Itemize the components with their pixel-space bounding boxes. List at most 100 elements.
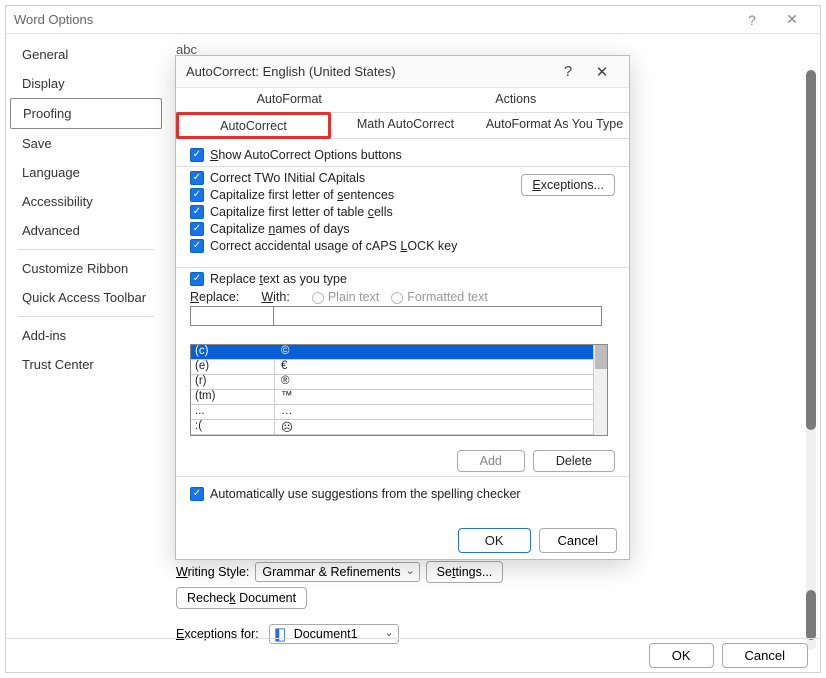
sidebar-item-general[interactable]: General [10,40,162,69]
main-scrollbar[interactable] [806,70,816,650]
inner-title: AutoCorrect: English (United States) [186,64,551,79]
capitalize-table-row: Capitalize first letter of table cells [190,205,615,219]
tab-autoformat[interactable]: AutoFormat [176,88,403,112]
replace-text-checkbox[interactable] [190,272,204,286]
table-row[interactable]: :( ☹ [191,420,595,435]
replace-cell: :( [191,420,275,434]
with-cell: ™ [275,390,595,404]
divider [176,476,629,477]
inner-content: Show AutoCorrect Options buttons Correct… [176,139,629,514]
outer-title: Word Options [14,12,732,27]
sidebar-item-proofing[interactable]: Proofing [10,98,162,129]
with-cell: … [275,405,595,419]
auto-suggest-label: Automatically use suggestions from the s… [210,487,521,501]
divider [176,166,629,167]
autocorrect-table: (c) © (e) € (r) ® (tm) ™ ... … [190,344,608,436]
tab-autocorrect[interactable]: AutoCorrect [176,112,331,139]
outer-footer: OK Cancel [6,638,820,672]
capitalize-days-label: Capitalize names of days [210,222,350,236]
replace-inputs [190,306,615,326]
correct-two-initial-checkbox[interactable] [190,171,204,185]
help-icon[interactable]: ? [732,12,772,28]
sidebar-item-add-ins[interactable]: Add-ins [10,321,162,350]
capitalize-sentence-checkbox[interactable] [190,188,204,202]
add-delete-row: Add Delete [190,450,615,472]
replace-cell: (e) [191,360,275,374]
recheck-document-button[interactable]: Recheck Document [176,587,307,609]
replace-header: Replace: With: Plain text Formatted text [190,290,615,304]
sidebar-item-trust-center[interactable]: Trust Center [10,350,162,379]
tab-row-bottom: AutoCorrect Math AutoCorrect AutoFormat … [176,113,629,139]
sidebar-item-advanced[interactable]: Advanced [10,216,162,245]
caps-lock-row: Correct accidental usage of cAPS LOCK ke… [190,239,615,253]
show-options-checkbox[interactable] [190,148,204,162]
table-row[interactable]: (c) © [191,345,595,360]
inner-footer: OK Cancel [176,521,629,559]
sidebar-item-save[interactable]: Save [10,129,162,158]
tab-row-top: AutoFormat Actions [176,88,629,113]
tab-math-autocorrect[interactable]: Math AutoCorrect [331,113,480,138]
sidebar-separator [18,249,154,250]
settings-button[interactable]: Settings... [426,561,504,583]
outer-ok-button[interactable]: OK [649,643,714,668]
show-options-row: Show AutoCorrect Options buttons [190,148,615,162]
inner-ok-button[interactable]: OK [458,528,531,553]
replace-text-row: Replace text as you type [190,272,615,286]
inner-help-icon[interactable]: ? [551,63,585,80]
outer-titlebar: Word Options ? ✕ [6,6,820,34]
tab-actions[interactable]: Actions [403,88,630,112]
sidebar-item-quick-access-toolbar[interactable]: Quick Access Toolbar [10,283,162,312]
replace-cell: (c) [191,345,275,359]
replace-cell: (tm) [191,390,275,404]
caps-lock-checkbox[interactable] [190,239,204,253]
add-button[interactable]: Add [457,450,525,472]
with-cell: ® [275,375,595,389]
inner-cancel-button[interactable]: Cancel [539,528,617,553]
with-cell: ☹ [275,420,595,434]
table-row[interactable]: (r) ® [191,375,595,390]
autocorrect-dialog: AutoCorrect: English (United States) ? ✕… [175,55,630,560]
with-cell: © [275,345,595,359]
writing-style-select[interactable]: Grammar & Refinements [255,562,419,582]
scrollbar-thumb-top[interactable] [806,70,816,430]
sidebar-item-language[interactable]: Language [10,158,162,187]
close-icon[interactable]: ✕ [772,11,812,28]
replace-input[interactable] [190,306,274,326]
with-cell: € [275,360,595,374]
table-row[interactable]: (e) € [191,360,595,375]
capitalize-days-checkbox[interactable] [190,222,204,236]
with-input[interactable] [274,306,602,326]
radio-plain-text[interactable]: Plain text [312,290,379,304]
auto-suggest-checkbox[interactable] [190,487,204,501]
divider [176,267,629,268]
table-scrollbar-thumb[interactable] [595,345,607,369]
capitalize-sentence-label: Capitalize first letter of sentences [210,188,394,202]
tab-autoformat-as-you-type[interactable]: AutoFormat As You Type [480,113,629,138]
table-scrollbar[interactable] [593,345,607,435]
sidebar-item-accessibility[interactable]: Accessibility [10,187,162,216]
delete-button[interactable]: Delete [533,450,615,472]
capitalize-days-row: Capitalize names of days [190,222,615,236]
radio-icon [312,292,324,304]
exceptions-button[interactable]: Exceptions... [521,174,615,196]
auto-suggest-row: Automatically use suggestions from the s… [190,487,615,501]
sidebar-item-display[interactable]: Display [10,69,162,98]
inner-titlebar: AutoCorrect: English (United States) ? ✕ [176,56,629,88]
table-row[interactable]: ... … [191,405,595,420]
with-label: With: [261,290,290,304]
outer-cancel-button[interactable]: Cancel [722,643,808,668]
sidebar: General Display Proofing Save Language A… [6,34,166,640]
replace-cell: ... [191,405,275,419]
show-options-label: Show AutoCorrect Options buttons [210,148,402,162]
radio-formatted-text[interactable]: Formatted text [391,290,488,304]
radio-group: Plain text Formatted text [312,290,488,304]
writing-style-row: Writing Style: Grammar & Refinements Set… [176,561,503,583]
sidebar-item-customize-ribbon[interactable]: Customize Ribbon [10,254,162,283]
recheck-row: Recheck Document [176,589,307,607]
radio-icon [391,292,403,304]
caps-lock-label: Correct accidental usage of cAPS LOCK ke… [210,239,457,253]
table-row[interactable]: (tm) ™ [191,390,595,405]
scrollbar-thumb-bottom[interactable] [806,590,816,640]
inner-close-icon[interactable]: ✕ [585,63,619,81]
capitalize-table-checkbox[interactable] [190,205,204,219]
